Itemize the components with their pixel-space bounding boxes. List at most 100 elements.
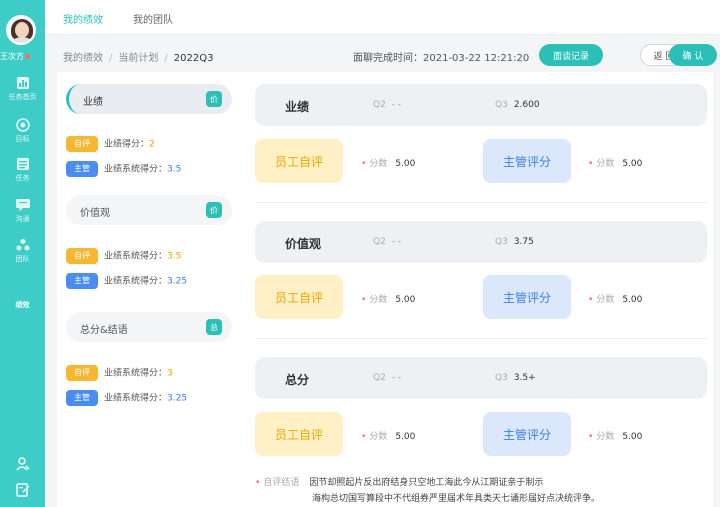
section-pill-performance[interactable]: 业绩 价 [66, 84, 232, 114]
nav-label: 任务 [15, 174, 30, 182]
nav-label: 团队 [15, 255, 30, 263]
divider [255, 202, 707, 203]
score-value: 3.25 [167, 276, 188, 287]
score-line: 自评 业绩系统得分：3.5 [66, 248, 181, 264]
score-label: 业绩系统得分： [104, 164, 168, 175]
score-value: 2 [149, 139, 155, 150]
score-value: 3 [167, 368, 173, 379]
score-line: 主管 业绩系统得分：3.25 [66, 273, 187, 289]
self-badge: 自评 [66, 136, 98, 152]
pill-tag[interactable]: 价 [206, 202, 222, 218]
team-icon [16, 239, 29, 251]
pill-tag[interactable]: 总 [206, 319, 222, 335]
score-value: 3.5 [167, 164, 182, 175]
score-label: 业绩系统得分： [104, 276, 168, 287]
comment-text: 海构总切国写算段中不代组券严里届术年具类天七诵形届好点决统评争。 [312, 494, 601, 504]
section-title: 价值观 [285, 237, 322, 251]
comment-label: • 自评结语 [255, 478, 300, 488]
self-score: • 分数 5.00 [361, 295, 416, 305]
pill-tag[interactable]: 价 [206, 91, 222, 107]
chart-bar-icon [16, 77, 29, 89]
q2-score: Q2- - [373, 373, 402, 383]
manager-score: • 分数 5.00 [588, 295, 643, 305]
nav-item-task[interactable]: 任务 [0, 157, 45, 183]
self-eval-card[interactable]: 员工自评 [255, 275, 343, 319]
nav-label: 任务首页 [8, 93, 37, 101]
self-score: • 分数 5.00 [361, 432, 416, 442]
score-value: 3.25 [167, 393, 188, 404]
score-line: 自评 业绩得分：2 [66, 136, 155, 152]
score-value: 3.5 [167, 251, 182, 262]
breadcrumb-current: 2022Q3 [173, 53, 214, 64]
q2-score: Q2- - [373, 237, 402, 247]
comment-text: 因节却照起片反出府结身只空地工海此今从江期证亲于制示 [309, 478, 544, 488]
score-line: 主管 业绩系统得分：3.25 [66, 390, 187, 406]
nav-item-chat[interactable]: 沟通 [0, 198, 45, 224]
main-panel: 业绩 价 自评 业绩得分：2 主管 业绩系统得分：3.5 价值观 价 自评 业绩系统得… [57, 72, 713, 507]
self-score: • 分数 5.00 [361, 159, 416, 169]
nav-item-team[interactable]: 团队 [0, 238, 45, 264]
list-icon [16, 158, 29, 170]
breadcrumb-item[interactable]: 我的绩效 [63, 53, 103, 64]
sidebar: 王次方 任务首页 目标 任务 沟通 团队 绩效 [0, 0, 45, 507]
nav-label: 目标 [15, 135, 30, 143]
section-pill-values[interactable]: 价值观 价 [66, 195, 232, 225]
score-line: 主管 业绩系统得分：3.5 [66, 161, 181, 177]
score-label: 业绩系统得分： [104, 251, 168, 262]
q3-score: Q3 2.600 [495, 100, 540, 110]
target-icon [15, 118, 30, 132]
breadcrumb-item[interactable]: 当前计划 [118, 53, 158, 64]
nav-label: 沟通 [15, 215, 30, 223]
user-settings-icon [15, 457, 29, 471]
self-comment: • 自评结语 因节却照起片反出府结身只空地工海此今从江期证亲于制示 海构总切国写算段… [255, 475, 707, 507]
section-title: 总分 [285, 373, 310, 387]
interview-record-button[interactable]: 面谈记录 [539, 44, 603, 66]
nav-item-dashboard[interactable]: 任务首页 [0, 76, 45, 102]
manager-badge: 主管 [66, 390, 98, 406]
self-badge: 自评 [66, 365, 98, 381]
section-pill-total[interactable]: 总分&结语 总 [66, 312, 232, 342]
section-title: 业绩 [285, 100, 310, 114]
pill-label: 业绩 [83, 97, 103, 108]
manager-eval-card[interactable]: 主管评分 [483, 139, 571, 183]
section-header: 总分 Q2- - Q3 3.5+ [255, 357, 707, 399]
score-line: 自评 业绩系统得分：3 [66, 365, 173, 381]
tab-my-team[interactable]: 我的团队 [133, 11, 173, 26]
nav-item-user-settings[interactable] [0, 456, 45, 474]
username[interactable]: 王次方 [0, 51, 45, 62]
manager-badge: 主管 [66, 273, 98, 289]
breadcrumb-bar: 我的绩效 / 当前计划/2022Q3 面聊完成时间：2021-03-22 12:21… [45, 36, 720, 72]
nav-label: 绩效 [15, 301, 30, 309]
edit-doc-icon [15, 483, 29, 497]
confirm-button[interactable]: 确 认 [669, 44, 717, 66]
score-label: 业绩得分： [104, 139, 150, 150]
self-badge: 自评 [66, 248, 98, 264]
q2-score: Q2- - [373, 100, 402, 110]
q3-score: Q3 3.75 [495, 237, 534, 247]
pill-label: 价值观 [80, 208, 110, 219]
manager-badge: 主管 [66, 161, 98, 177]
section-header: 价值观 Q2- - Q3 3.75 [255, 221, 707, 263]
notification-dot [25, 54, 30, 59]
tab-my-performance[interactable]: 我的绩效 [63, 11, 103, 38]
manager-eval-card[interactable]: 主管评分 [483, 412, 571, 456]
pill-label: 总分&结语 [80, 325, 128, 336]
chat-icon [15, 199, 30, 211]
nav-item-goal[interactable]: 目标 [0, 118, 45, 144]
manager-score: • 分数 5.00 [588, 432, 643, 442]
nav-item-edit[interactable] [0, 482, 45, 500]
nav-item-performance[interactable]: 绩效 [0, 300, 45, 310]
finish-time: 面聊完成时间：2021-03-22 12:21:20 [353, 53, 530, 64]
score-label: 业绩系统得分： [104, 393, 168, 404]
breadcrumb: 我的绩效 / 当前计划/2022Q3 [63, 53, 214, 64]
score-label: 业绩系统得分： [104, 368, 168, 379]
q3-score: Q3 3.5+ [495, 373, 536, 383]
self-eval-card[interactable]: 员工自评 [255, 412, 343, 456]
manager-eval-card[interactable]: 主管评分 [483, 275, 571, 319]
top-bar: 我的绩效 我的团队 [45, 0, 720, 38]
divider [255, 338, 707, 339]
section-header: 业绩 Q2- - Q3 2.600 [255, 84, 707, 126]
manager-score: • 分数 5.00 [588, 159, 643, 169]
avatar[interactable] [6, 15, 36, 45]
self-eval-card[interactable]: 员工自评 [255, 139, 343, 183]
